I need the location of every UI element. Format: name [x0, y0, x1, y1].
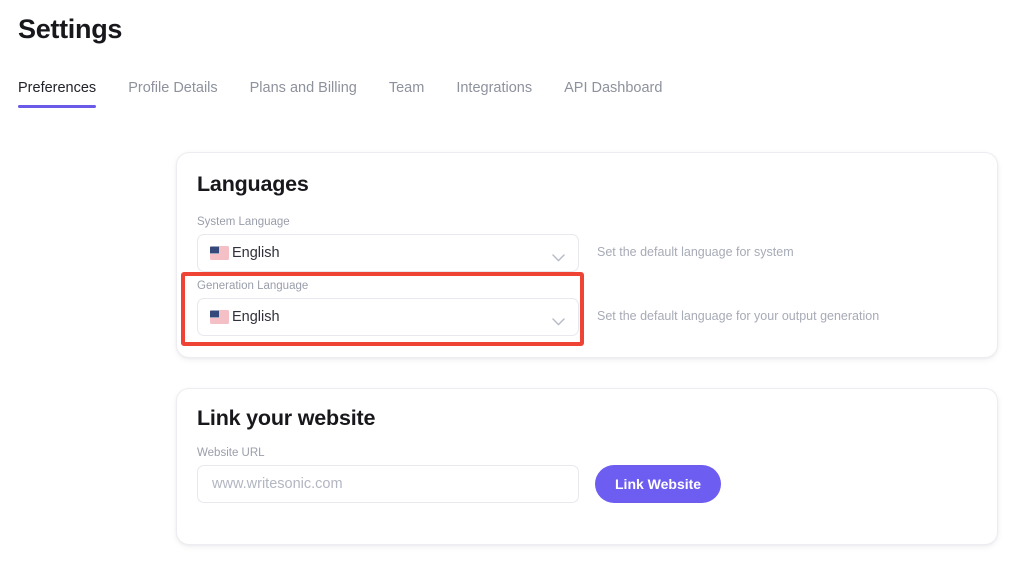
link-website-card: Link your website Website URL Link Websi…	[176, 388, 998, 545]
link-website-card-title: Link your website	[197, 406, 376, 430]
website-url-row: Website URL Link Website	[197, 446, 722, 503]
website-url-field: Website URL	[197, 446, 579, 503]
website-url-label: Website URL	[197, 447, 265, 459]
system-language-select[interactable]: English	[197, 234, 579, 272]
us-flag-icon	[210, 246, 229, 260]
tab-label: API Dashboard	[564, 80, 663, 96]
chevron-down-icon	[552, 249, 565, 262]
tab-label: Team	[388, 80, 425, 96]
tab-label: Profile Details	[128, 80, 218, 96]
page-title: Settings	[18, 14, 123, 44]
chevron-down-icon	[552, 313, 565, 326]
languages-card: Languages System Language English Set th…	[176, 152, 998, 358]
tab-label: Integrations	[456, 80, 533, 96]
tab-preferences[interactable]: Preferences	[18, 80, 112, 108]
system-language-help-text: Set the default language for system	[597, 244, 794, 259]
tab-integrations[interactable]: Integrations	[440, 80, 548, 108]
system-language-row: System Language English Set the default …	[197, 215, 794, 272]
tab-plans-and-billing[interactable]: Plans and Billing	[234, 80, 373, 108]
settings-page: Settings Preferences Profile Details Pla…	[0, 0, 1024, 576]
tab-label: Plans and Billing	[249, 80, 357, 96]
system-language-field: System Language English	[197, 215, 579, 272]
website-url-input[interactable]	[197, 465, 579, 503]
generation-language-help-text: Set the default language for your output…	[597, 308, 880, 323]
generation-language-row: Generation Language English Set the defa…	[197, 279, 879, 336]
tab-profile-details[interactable]: Profile Details	[112, 80, 233, 108]
generation-language-field: Generation Language English	[197, 279, 579, 336]
tab-team[interactable]: Team	[373, 80, 440, 108]
generation-language-label: Generation Language	[197, 280, 309, 292]
system-language-value: English	[232, 245, 280, 261]
tab-api-dashboard[interactable]: API Dashboard	[548, 80, 678, 108]
system-language-label: System Language	[197, 216, 290, 228]
generation-language-select[interactable]: English	[197, 298, 579, 336]
generation-language-value: English	[232, 309, 280, 325]
settings-tab-bar: Preferences Profile Details Plans and Bi…	[18, 80, 678, 108]
languages-card-title: Languages	[197, 172, 309, 196]
link-website-button[interactable]: Link Website	[595, 465, 722, 503]
tab-label: Preferences	[18, 80, 97, 96]
active-tab-underline	[18, 105, 97, 108]
us-flag-icon	[210, 310, 229, 324]
